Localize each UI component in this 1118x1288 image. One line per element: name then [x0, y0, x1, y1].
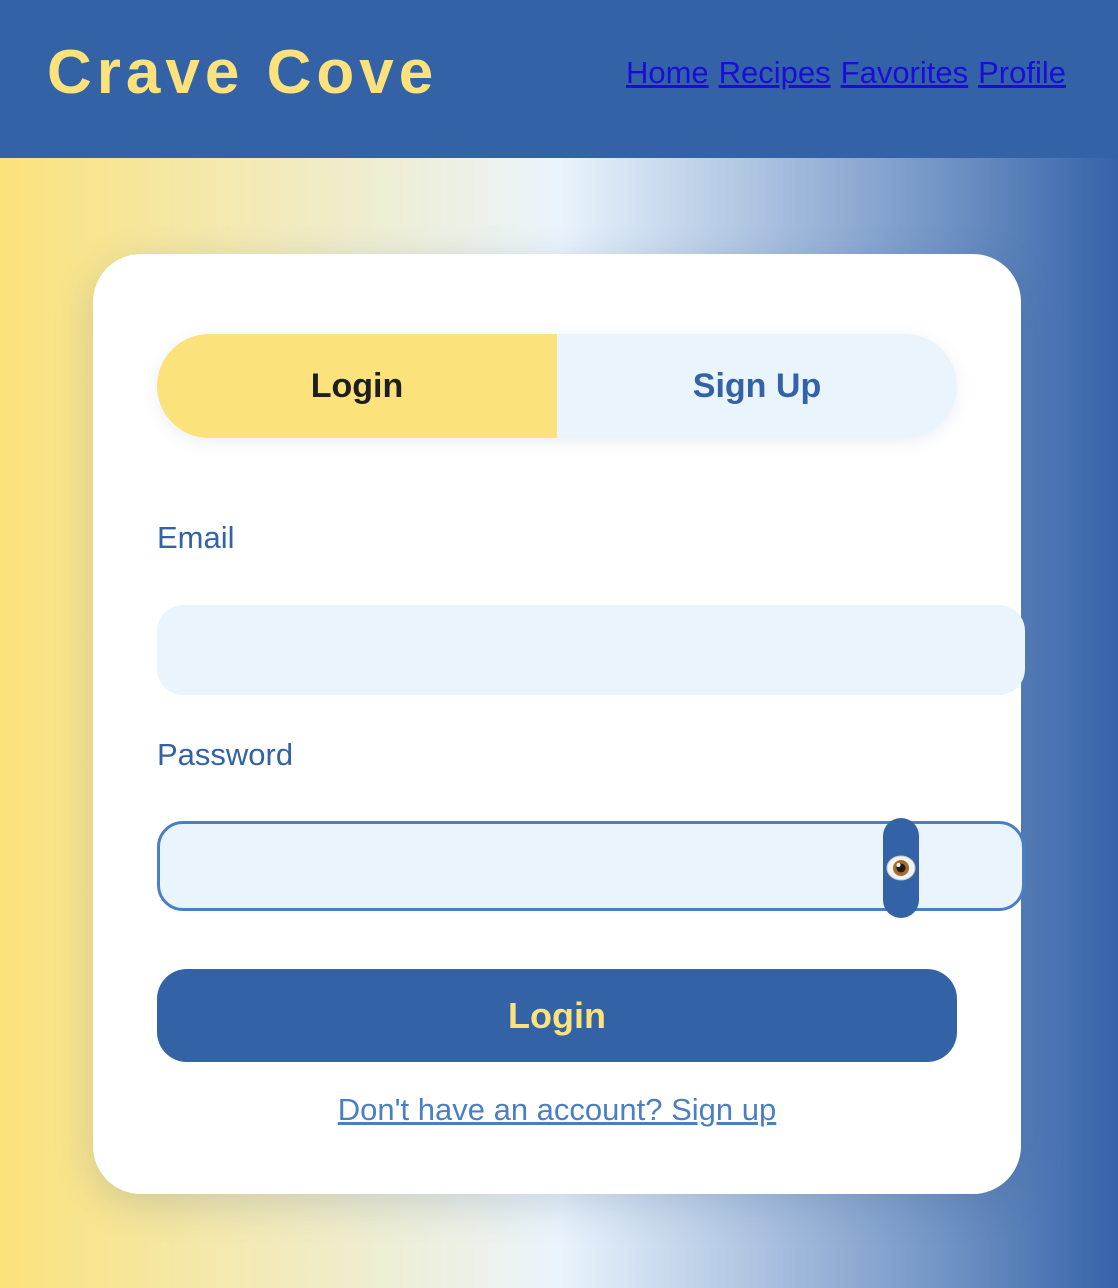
main-nav: Home Recipes Favorites Profile	[626, 55, 1066, 91]
site-header: Crave Cove Home Recipes Favorites Profil…	[0, 0, 1118, 158]
login-submit-button[interactable]: Login	[157, 969, 957, 1062]
nav-link-recipes[interactable]: Recipes	[719, 55, 831, 91]
tab-signup[interactable]: Sign Up	[557, 334, 957, 438]
brand-logo-text: Crave Cove	[47, 38, 439, 107]
email-label: Email	[157, 520, 235, 555]
password-field-container	[157, 818, 1025, 918]
signup-link[interactable]: Don't have an account? Sign up	[338, 1092, 777, 1127]
email-field-container	[157, 605, 1025, 695]
password-label: Password	[157, 737, 294, 772]
nav-link-home[interactable]: Home	[626, 55, 709, 91]
nav-link-profile[interactable]: Profile	[978, 55, 1066, 91]
tab-login[interactable]: Login	[157, 334, 557, 438]
switch-auth-mode: Don't have an account? Sign up	[93, 1092, 1021, 1128]
auth-card: Login Sign Up Email Password Login Don't…	[93, 254, 1025, 1194]
nav-link-favorites[interactable]: Favorites	[841, 55, 968, 91]
email-field[interactable]	[157, 605, 1025, 695]
password-visibility-toggle[interactable]	[883, 818, 919, 918]
eye-icon	[886, 855, 916, 881]
auth-mode-toggle: Login Sign Up	[157, 334, 957, 438]
